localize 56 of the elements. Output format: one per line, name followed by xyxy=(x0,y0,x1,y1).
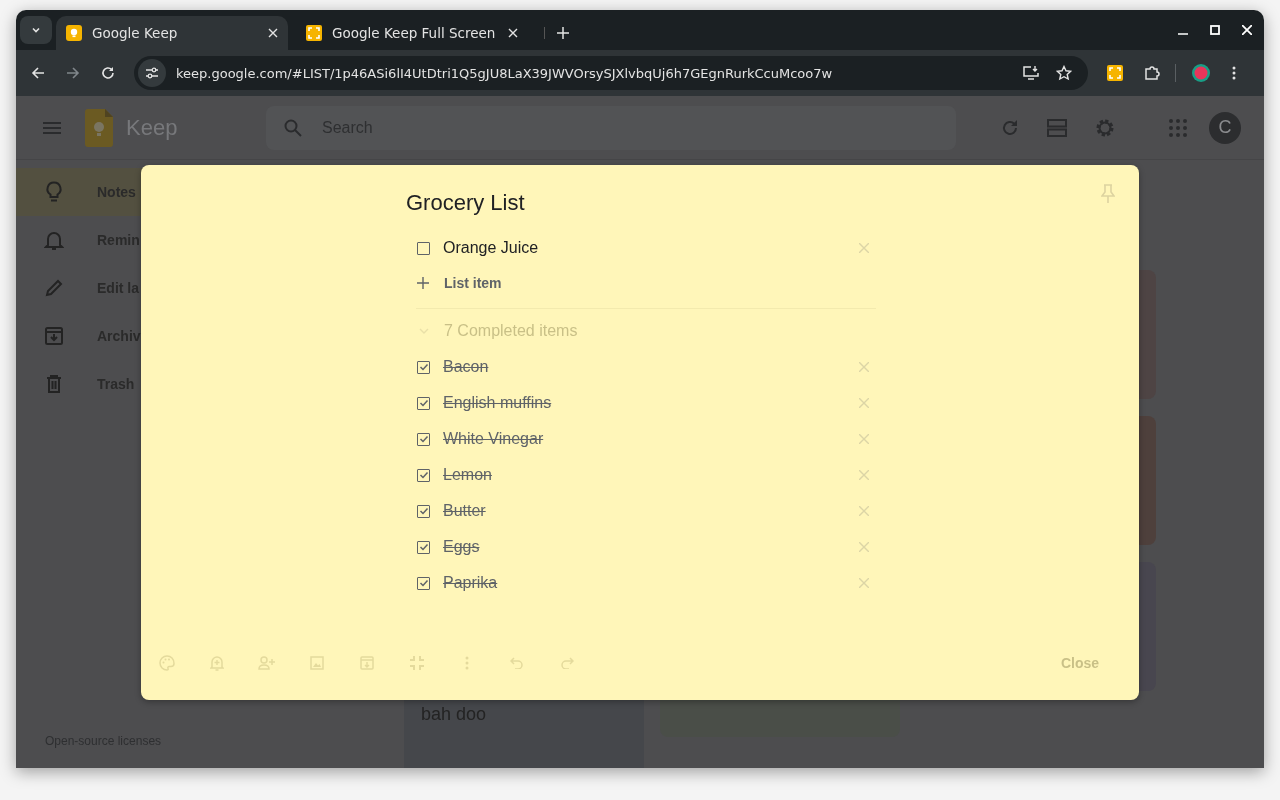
tab-title: Google Keep Full Screen xyxy=(332,25,497,41)
plus-icon[interactable] xyxy=(417,277,429,289)
search-icon xyxy=(284,118,302,137)
bulb-icon xyxy=(66,25,82,41)
keep-logo-icon xyxy=(85,108,113,147)
install-app-icon[interactable] xyxy=(1022,65,1040,81)
checkbox[interactable] xyxy=(417,396,430,410)
menu-icon[interactable] xyxy=(43,121,61,134)
reload-icon[interactable] xyxy=(101,66,115,80)
refresh-icon[interactable] xyxy=(1001,118,1019,137)
close-icon[interactable] xyxy=(508,28,518,38)
trash-icon xyxy=(44,375,64,393)
pencil-icon xyxy=(44,279,64,297)
list-item-text[interactable]: English muffins xyxy=(443,394,859,412)
puzzle-icon[interactable] xyxy=(1144,65,1160,81)
archive-icon xyxy=(44,327,64,345)
note-title[interactable]: Grocery List xyxy=(406,187,876,219)
pin-icon[interactable] xyxy=(1101,184,1115,204)
new-tab-icon[interactable] xyxy=(544,27,569,39)
list-item-text[interactable]: Eggs xyxy=(443,538,859,556)
checkbox[interactable] xyxy=(417,468,430,482)
account-avatar[interactable]: C xyxy=(1209,111,1241,144)
list-item-text[interactable]: Bacon xyxy=(443,358,859,376)
checkbox[interactable] xyxy=(417,576,430,590)
list-view-icon[interactable] xyxy=(1047,118,1067,137)
fullscreen-icon[interactable] xyxy=(1107,65,1123,81)
close-icon[interactable] xyxy=(268,28,278,38)
apps-icon[interactable] xyxy=(1169,118,1187,137)
list-item-text[interactable]: Lemon xyxy=(443,466,859,484)
checkbox[interactable] xyxy=(417,504,430,518)
site-settings-icon[interactable] xyxy=(138,59,166,87)
bulb-icon xyxy=(44,181,64,203)
list-item-text[interactable]: Orange Juice xyxy=(443,239,859,257)
tab-title: Google Keep xyxy=(92,25,179,41)
profile-icon[interactable] xyxy=(1191,63,1211,83)
list-item-text[interactable]: Butter xyxy=(443,502,859,520)
forward-icon[interactable] xyxy=(66,66,80,80)
tab-list-button[interactable] xyxy=(20,16,52,44)
add-list-item[interactable]: List item xyxy=(444,275,502,291)
checkbox[interactable] xyxy=(417,360,430,374)
star-icon[interactable] xyxy=(1056,65,1072,81)
browser-tab[interactable]: Google Keep Full Screen xyxy=(296,16,528,50)
back-icon[interactable] xyxy=(31,66,45,80)
settings-icon[interactable] xyxy=(1095,117,1115,138)
checkbox[interactable] xyxy=(417,540,430,554)
bell-icon xyxy=(44,229,64,251)
checkbox[interactable] xyxy=(417,241,430,255)
more-icon[interactable] xyxy=(1232,66,1236,80)
maximize-icon[interactable] xyxy=(1210,25,1220,35)
url-text: keep.google.com/#LIST/1p46ASi6lI4UtDtri1Q5gJU8LaX39JWVOrsySJXlvbqUj6h7GEgnRurkCcuMcoo7w xyxy=(176,65,834,81)
list-item-text[interactable]: White Vinegar xyxy=(443,430,859,448)
fullscreen-icon xyxy=(306,25,322,41)
browser-tab[interactable]: Google Keep xyxy=(56,16,288,50)
checkbox[interactable] xyxy=(417,432,430,446)
address-bar[interactable]: keep.google.com/#LIST/1p46ASi6lI4UtDtri1Q5gJU8LaX39JWVOrsySJXlvbqUj6h7GEgnRurkCcuMcoo7w xyxy=(134,56,1088,90)
list-item-text[interactable]: Paprika xyxy=(443,574,859,592)
